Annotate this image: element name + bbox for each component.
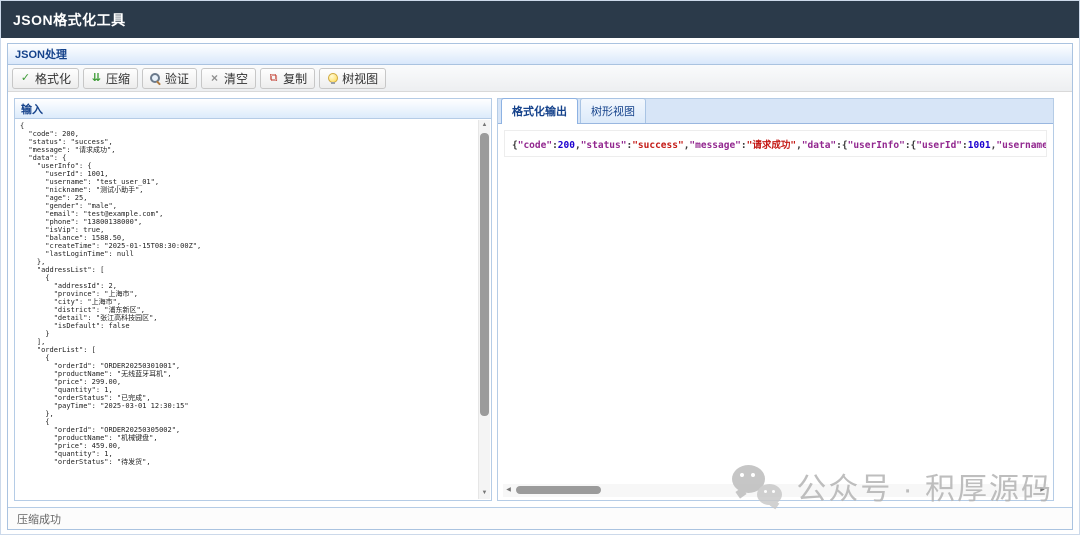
- status-text: 压缩成功: [17, 511, 61, 527]
- x-icon: ×: [209, 73, 220, 84]
- toolbar: ✓ 格式化 ⇊ 压缩 验证 × 清空 ⧉ 复制 树视图: [8, 65, 1072, 92]
- processor-panel-header: JSON处理: [8, 44, 1072, 65]
- bulb-icon: [327, 73, 338, 84]
- input-panel-header: 输入: [15, 99, 491, 119]
- copy-button[interactable]: ⧉ 复制: [260, 68, 315, 89]
- paste-icon: ⧉: [268, 73, 279, 84]
- copy-button-label: 复制: [283, 70, 307, 87]
- status-bar: 压缩成功: [8, 507, 1072, 529]
- input-panel-body: ▲ ▼: [15, 119, 491, 500]
- format-button-label: 格式化: [35, 70, 71, 87]
- scroll-up-icon[interactable]: ▲: [479, 120, 490, 131]
- validate-button[interactable]: 验证: [142, 68, 197, 89]
- format-button[interactable]: ✓ 格式化: [12, 68, 79, 89]
- treeview-button[interactable]: 树视图: [319, 68, 386, 89]
- input-panel: 输入 ▲ ▼: [14, 98, 492, 501]
- horizontal-scroll-thumb[interactable]: [516, 486, 601, 494]
- app-title: JSON格式化工具: [13, 10, 126, 30]
- validate-button-label: 验证: [165, 70, 189, 87]
- tab-formatted-output[interactable]: 格式化输出: [501, 98, 578, 124]
- output-panel-body: {"code":200,"status":"success","message"…: [498, 124, 1053, 500]
- clear-button[interactable]: × 清空: [201, 68, 256, 89]
- input-panel-title: 输入: [21, 101, 43, 117]
- json-input[interactable]: [15, 119, 491, 500]
- check-icon: ✓: [20, 73, 31, 84]
- scroll-down-icon[interactable]: ▼: [479, 488, 490, 499]
- output-tab-bar: 格式化输出 树形视图: [498, 99, 1053, 124]
- json-processor-panel: JSON处理 ✓ 格式化 ⇊ 压缩 验证 × 清空 ⧉ 复制: [7, 43, 1073, 530]
- compress-button[interactable]: ⇊ 压缩: [83, 68, 138, 89]
- compress-icon: ⇊: [91, 73, 102, 84]
- content-area: 输入 ▲ ▼ 格式化输出 树形视图 {"code":200,": [8, 92, 1072, 507]
- magnifier-icon: [150, 73, 161, 84]
- page: JSON格式化工具 JSON处理 ✓ 格式化 ⇊ 压缩 验证 × 清空: [0, 0, 1080, 535]
- scroll-left-icon[interactable]: ◀: [503, 484, 514, 497]
- tab-tree-view[interactable]: 树形视图: [580, 98, 646, 123]
- clear-button-label: 清空: [224, 70, 248, 87]
- vertical-scroll-thumb[interactable]: [480, 133, 489, 416]
- treeview-button-label: 树视图: [342, 70, 378, 87]
- output-horizontal-scrollbar[interactable]: ◀ ▶: [503, 484, 1048, 497]
- output-panel: 格式化输出 树形视图 {"code":200,"status":"success…: [497, 98, 1054, 501]
- app-header: JSON格式化工具: [1, 1, 1079, 38]
- compress-button-label: 压缩: [106, 70, 130, 87]
- input-vertical-scrollbar[interactable]: ▲ ▼: [478, 120, 490, 499]
- scroll-right-icon[interactable]: ▶: [1037, 484, 1048, 497]
- processor-panel-title: JSON处理: [15, 46, 67, 62]
- formatted-output-content: {"code":200,"status":"success","message"…: [504, 130, 1047, 157]
